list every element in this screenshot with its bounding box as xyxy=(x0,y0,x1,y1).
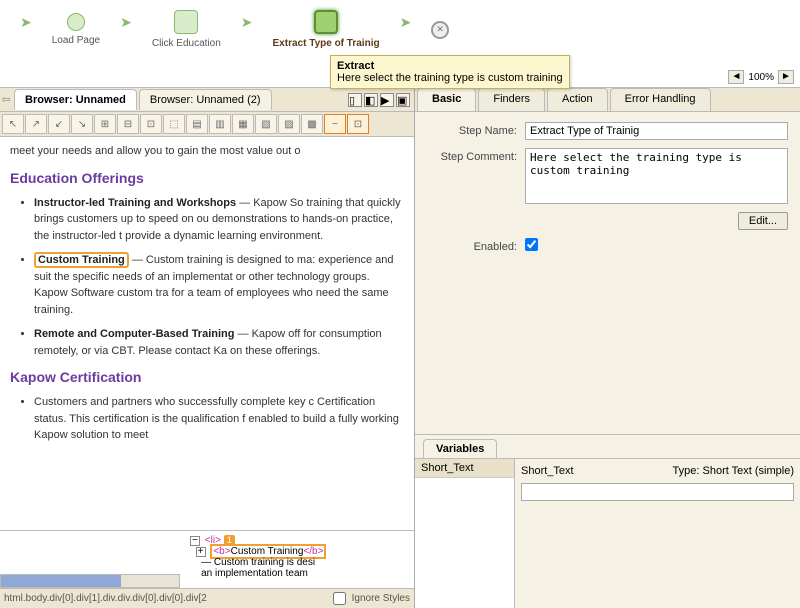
workflow-start[interactable]: Load Page xyxy=(52,13,100,46)
zoom-out-button[interactable]: − xyxy=(324,114,346,134)
tab-nav-left[interactable]: ⇦ xyxy=(0,93,12,106)
variables-list[interactable]: Short_Text xyxy=(415,459,515,608)
browser-toolbar: ↖ ↗ ↙ ↘ ⊞ ⊟ ⊡ ⬚ ▤ ▥ ▦ ▧ ▨ ▩ − ⊡ xyxy=(0,112,414,137)
tab-basic[interactable]: Basic xyxy=(417,88,476,111)
toolbar-button[interactable]: ↗ xyxy=(25,114,47,134)
arrow-icon: ➤ xyxy=(241,14,253,31)
edit-button[interactable]: Edit... xyxy=(738,212,788,230)
list-item: Instructor-led Training and Workshops — … xyxy=(34,195,404,245)
toolbar-button[interactable]: ⊟ xyxy=(117,114,139,134)
arrow-icon: ➤ xyxy=(120,14,132,31)
heading-certification: Kapow Certification xyxy=(10,367,404,388)
tab-error-handling[interactable]: Error Handling xyxy=(610,88,711,111)
node-label: Load Page xyxy=(52,35,100,46)
toolbar-button[interactable]: ⊡ xyxy=(140,114,162,134)
zoom-right-button[interactable]: ► xyxy=(778,70,794,84)
toolbar-button[interactable]: ⬚ xyxy=(163,114,185,134)
workflow-canvas[interactable]: ➤ Load Page ➤ Click Education ➤ Extract … xyxy=(0,0,800,88)
enabled-label: Enabled: xyxy=(427,238,517,253)
workflow-tooltip: Extract Here select the training type is… xyxy=(330,55,570,89)
list-item: Customers and partners who successfully … xyxy=(34,394,404,444)
ignore-styles-checkbox[interactable] xyxy=(333,592,346,605)
variable-name: Short_Text xyxy=(521,465,574,477)
window-icon[interactable]: ▣ xyxy=(396,93,410,107)
zoom-value: 100% xyxy=(748,72,774,83)
node-label: Extract Type of Trainig xyxy=(273,38,380,49)
heading-education: Education Offerings xyxy=(10,168,404,189)
tree-collapse-icon[interactable]: − xyxy=(190,536,200,546)
toolbar-button[interactable]: ⊞ xyxy=(94,114,116,134)
step-name-input[interactable] xyxy=(525,122,788,140)
properties-pane: Basic Finders Action Error Handling Step… xyxy=(415,88,800,608)
start-node-icon xyxy=(67,13,85,31)
end-node-icon xyxy=(431,21,449,39)
step-node-icon xyxy=(174,10,198,34)
variable-type: Type: Short Text (simple) xyxy=(673,465,794,477)
zoom-left-button[interactable]: ◄ xyxy=(728,70,744,84)
variable-item[interactable]: Short_Text xyxy=(415,459,514,478)
toolbar-button[interactable]: ▦ xyxy=(232,114,254,134)
arrow-icon: ➤ xyxy=(20,14,32,31)
dom-tree[interactable]: − <li> 1 + <b>Custom Training</b> — Cust… xyxy=(0,530,414,588)
tree-expand-icon[interactable]: + xyxy=(196,547,206,557)
breadcrumb-bar: html.body.div[0].div[1].div.div.div[0].d… xyxy=(0,588,414,608)
toolbar-button[interactable]: ↘ xyxy=(71,114,93,134)
play-icon[interactable]: ▶ xyxy=(380,93,394,107)
toolbar-button[interactable]: ▥ xyxy=(209,114,231,134)
step-comment-input[interactable]: Here select the training type is custom … xyxy=(525,148,788,204)
step-name-label: Step Name: xyxy=(427,122,517,137)
enabled-checkbox[interactable] xyxy=(525,238,538,251)
workflow-step-click[interactable]: Click Education xyxy=(152,10,221,49)
toolbar-button[interactable]: ↖ xyxy=(2,114,24,134)
variables-tab[interactable]: Variables xyxy=(423,439,497,458)
toolbar-button[interactable]: ▩ xyxy=(301,114,323,134)
scrollbar[interactable] xyxy=(0,574,180,588)
toolbar-button[interactable]: ▧ xyxy=(255,114,277,134)
arrow-icon: ➤ xyxy=(400,14,412,31)
step-node-icon xyxy=(314,10,338,34)
dom-path[interactable]: html.body.div[0].div[1].div.div.div[0].d… xyxy=(4,593,207,604)
zoom-control: ◄ 100% ► xyxy=(728,70,794,84)
step-comment-label: Step Comment: xyxy=(427,148,517,163)
tab-finders[interactable]: Finders xyxy=(478,88,545,111)
content-text: meet your needs and allow you to gain th… xyxy=(10,143,404,160)
browser-tab-2[interactable]: Browser: Unnamed (2) xyxy=(139,89,272,110)
page-content[interactable]: meet your needs and allow you to gain th… xyxy=(0,137,414,530)
workflow-end[interactable] xyxy=(431,21,449,39)
tab-action[interactable]: Action xyxy=(547,88,608,111)
workflow-step-extract[interactable]: Extract Type of Trainig xyxy=(273,10,380,49)
window-icon[interactable]: ◧ xyxy=(364,93,378,107)
toolbar-button[interactable]: ▨ xyxy=(278,114,300,134)
toolbar-button[interactable]: ▤ xyxy=(186,114,208,134)
selected-element[interactable]: Custom Training xyxy=(34,252,129,268)
variable-value-field[interactable] xyxy=(521,483,794,501)
browser-tab-1[interactable]: Browser: Unnamed xyxy=(14,89,137,110)
ignore-styles-label: Ignore Styles xyxy=(352,593,410,604)
node-label: Click Education xyxy=(152,38,221,49)
toolbar-button[interactable]: ↙ xyxy=(48,114,70,134)
list-item: Custom Training — Custom training is des… xyxy=(34,252,404,318)
zoom-fit-button[interactable]: ⊡ xyxy=(347,114,369,134)
window-icon[interactable]: ▯ xyxy=(348,93,362,107)
browser-pane: ⇦ Browser: Unnamed Browser: Unnamed (2) … xyxy=(0,88,415,608)
list-item: Remote and Computer-Based Training — Kap… xyxy=(34,326,404,359)
